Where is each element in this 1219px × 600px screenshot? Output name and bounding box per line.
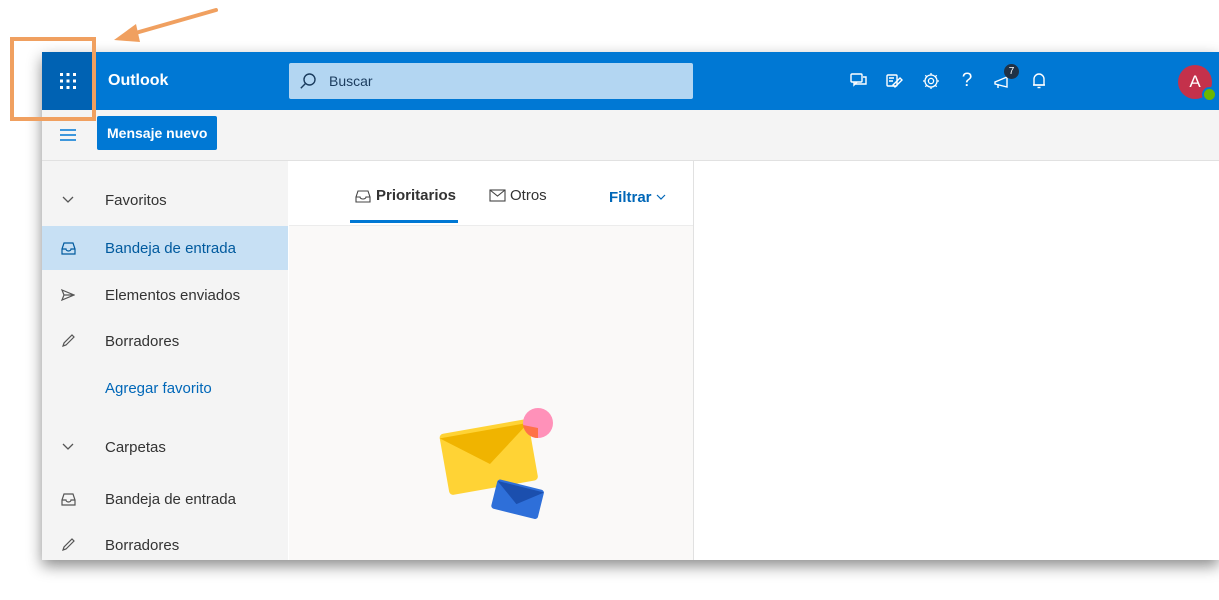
whats-new-button[interactable]: 7	[985, 52, 1021, 110]
pointer-arrow	[114, 8, 218, 42]
nav-item-label: Elementos enviados	[105, 286, 241, 304]
message-list: Prioritarios Otros Filtrar	[289, 161, 694, 560]
mail-icon	[489, 189, 506, 202]
tasks-button[interactable]	[877, 52, 913, 110]
filter-button[interactable]: Filtrar	[609, 189, 666, 206]
nav-item-label: Borradores	[105, 332, 180, 350]
gear-icon	[923, 73, 939, 89]
command-bar: Mensaje nuevo	[42, 110, 1219, 161]
settings-button[interactable]	[913, 52, 949, 110]
search-input[interactable]	[327, 72, 671, 90]
add-favorite-label: Agregar favorito	[105, 379, 212, 397]
folders-label: Carpetas	[105, 438, 166, 456]
search-icon	[289, 72, 327, 90]
active-tab-indicator	[350, 220, 458, 223]
question-icon: ?	[961, 70, 973, 91]
tab-focused-label: Prioritarios	[376, 187, 457, 204]
nav-item-sent[interactable]: Elementos enviados	[42, 273, 288, 317]
search-box[interactable]	[289, 63, 693, 99]
favorites-label: Favoritos	[105, 191, 167, 209]
empty-inbox-illustration	[439, 408, 553, 519]
top-header: Outlook Buscar ? 7 A	[42, 52, 1219, 110]
inbox-icon	[42, 241, 94, 255]
menu-toggle-button[interactable]	[52, 119, 84, 151]
reading-pane	[694, 161, 1219, 560]
header-toolbar: ? 7	[841, 52, 1057, 110]
nav-item-label: Borradores	[105, 536, 180, 554]
chevron-down-icon	[42, 196, 94, 204]
outlook-window: Outlook Buscar ? 7 A Mensaje nuevo Favor…	[42, 52, 1219, 560]
filter-label: Filtrar	[609, 189, 652, 206]
pencil-icon	[42, 334, 94, 348]
app-name[interactable]: Outlook	[108, 52, 168, 110]
bell-icon	[1033, 73, 1045, 89]
chevron-down-icon	[42, 443, 94, 451]
new-message-button[interactable]: Mensaje nuevo	[97, 116, 218, 150]
tab-other[interactable]: Otros	[489, 187, 547, 204]
add-favorite-link[interactable]: Agregar favorito	[42, 366, 288, 410]
nav-item-label: Bandeja de entrada	[105, 490, 236, 508]
nav-item-label: Bandeja de entrada	[105, 239, 236, 257]
inbox-icon	[42, 492, 94, 506]
highlight-box	[10, 37, 96, 121]
hamburger-icon	[60, 129, 76, 141]
help-button[interactable]: ?	[949, 52, 985, 110]
nav-item-drafts[interactable]: Borradores	[42, 523, 288, 560]
nav-item-inbox-favorite[interactable]: Bandeja de entrada	[42, 226, 288, 270]
chat-button[interactable]	[841, 52, 877, 110]
notification-count-badge: 7	[1004, 64, 1019, 79]
pencil-icon	[42, 538, 94, 552]
tab-focused[interactable]: Prioritarios	[355, 187, 456, 204]
nav-item-drafts-favorite[interactable]: Borradores	[42, 319, 288, 363]
tab-other-label: Otros	[510, 187, 547, 204]
inbox-tray-icon	[355, 189, 371, 203]
presence-status-icon	[1202, 87, 1217, 102]
chat-icon	[850, 73, 867, 87]
favorites-header[interactable]: Favoritos	[42, 178, 288, 222]
notifications-button[interactable]	[1021, 52, 1057, 110]
folders-header[interactable]: Carpetas	[42, 425, 288, 469]
edit-note-icon	[886, 74, 903, 88]
inbox-tabs: Prioritarios Otros Filtrar	[289, 161, 693, 226]
chevron-down-icon	[656, 194, 665, 200]
folder-pane: Favoritos Bandeja de entrada Elementos e…	[42, 161, 288, 560]
send-icon	[42, 289, 94, 301]
nav-item-inbox[interactable]: Bandeja de entrada	[42, 477, 288, 521]
